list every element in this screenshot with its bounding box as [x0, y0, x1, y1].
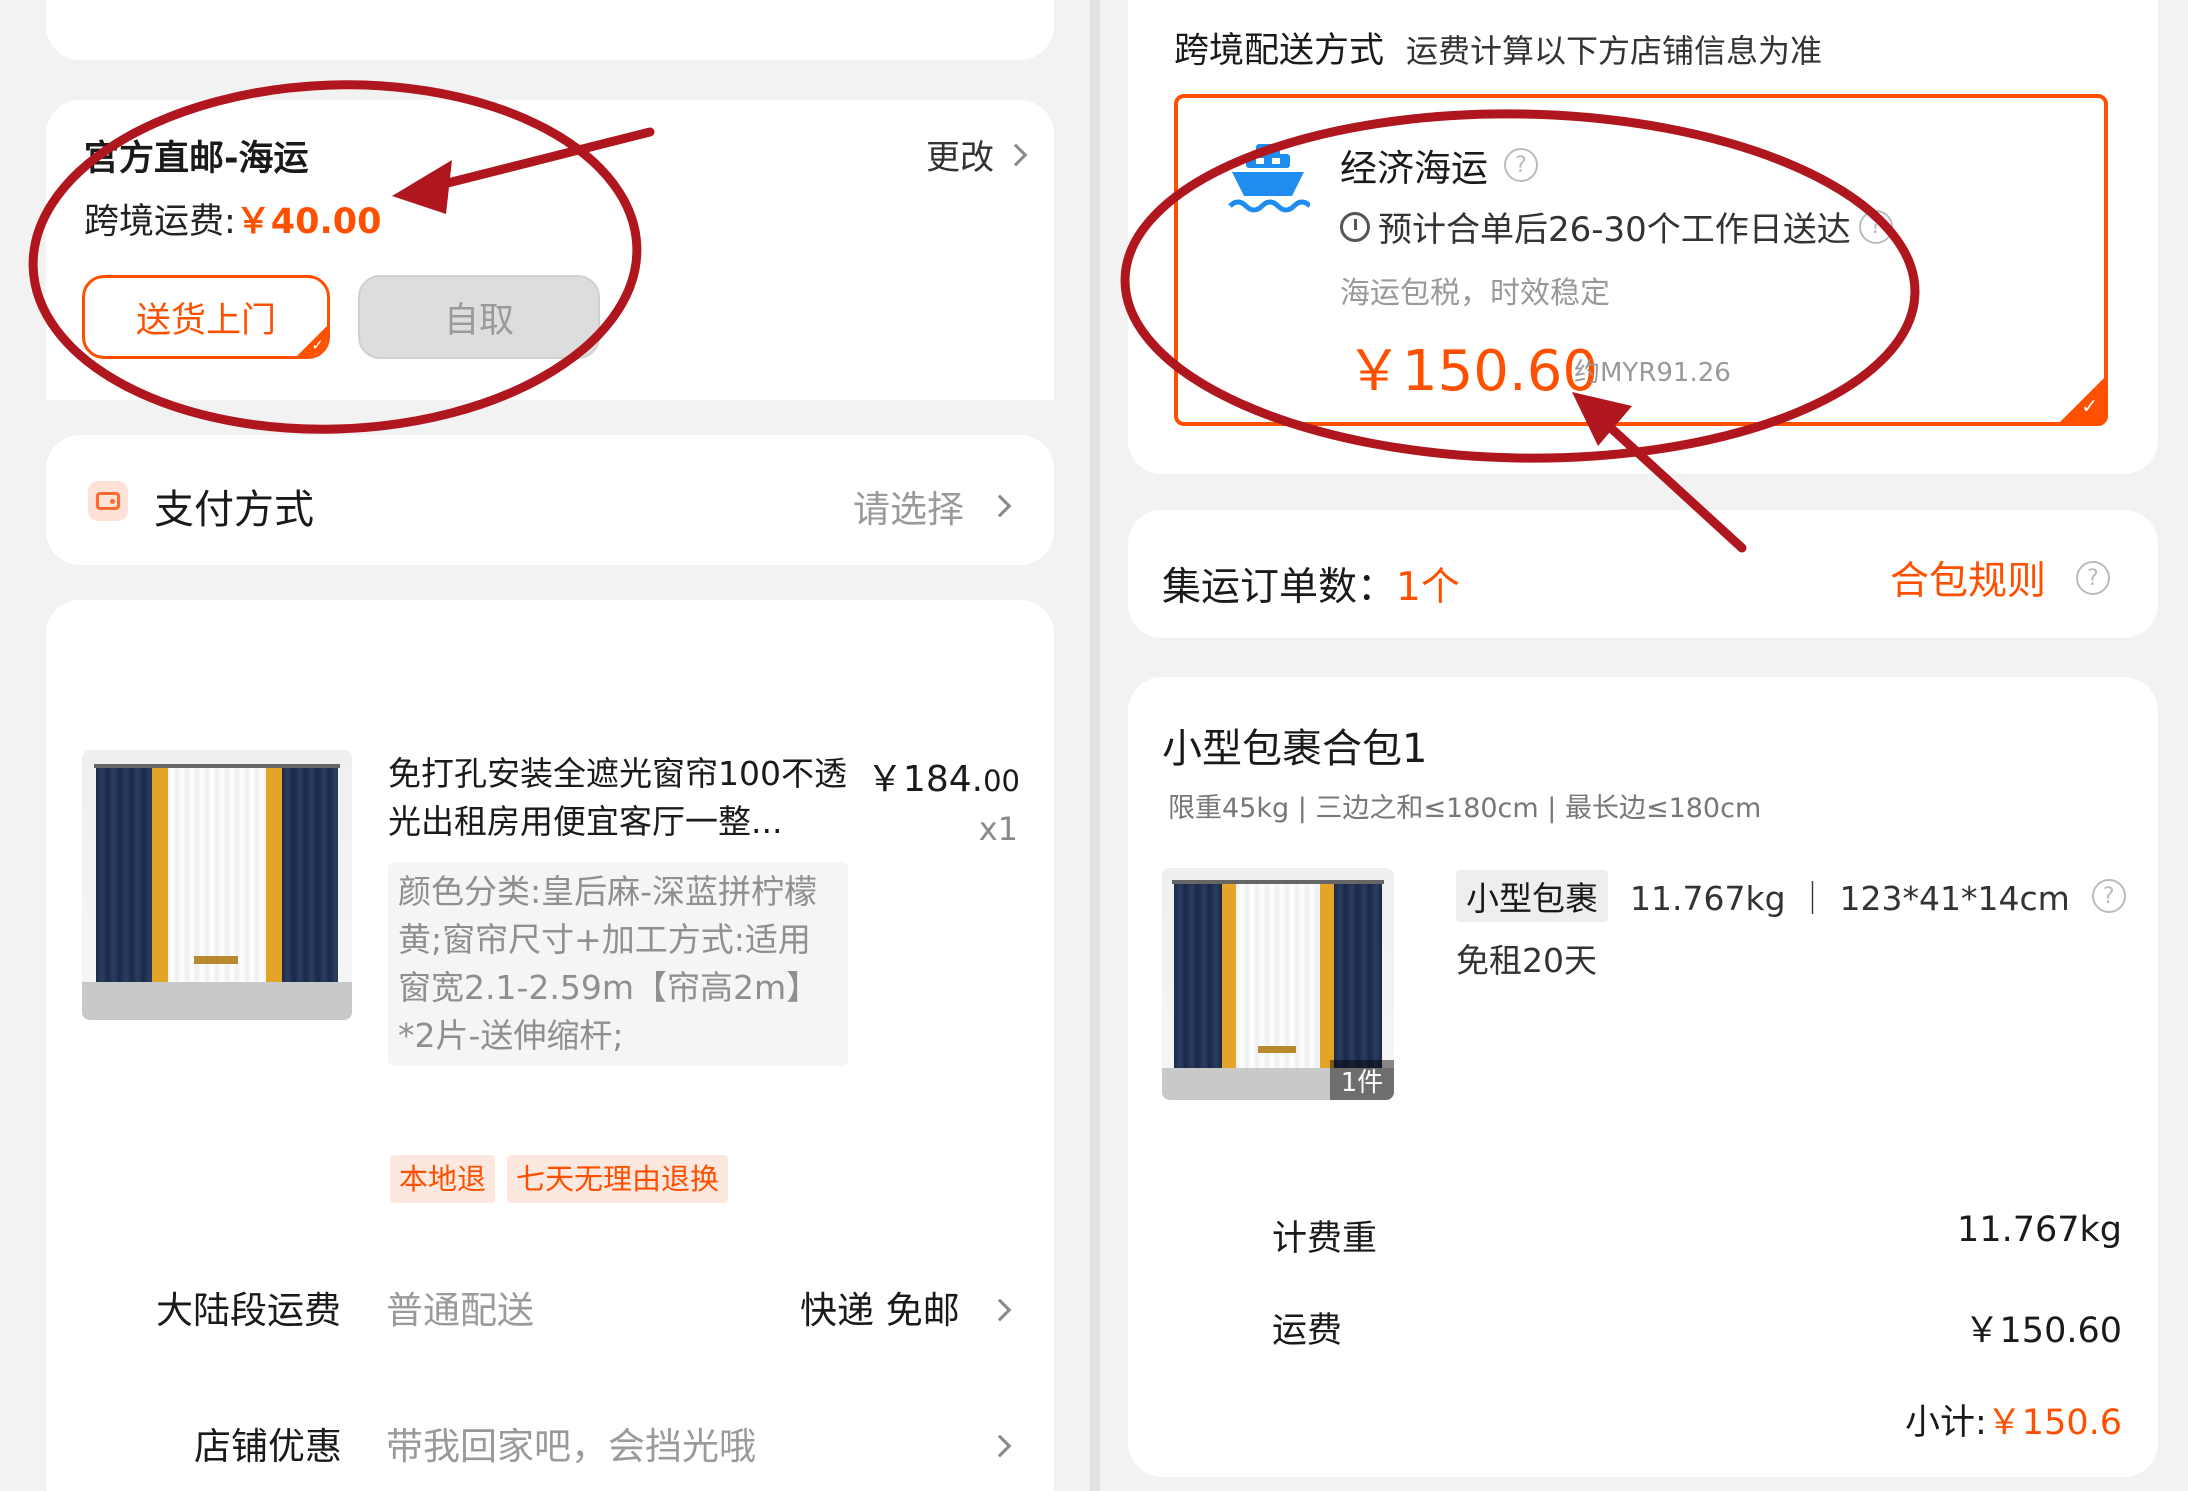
package-dimensions-text: 11.767kg ｜ 123*41*14cm — [1630, 879, 2070, 918]
consolidation-rules-label: 合包规则 — [1890, 559, 2047, 604]
consolidation-count-value: 1个 — [1396, 565, 1460, 610]
payment-method-label: 支付方式 — [154, 487, 314, 533]
store-promo-value[interactable]: 带我回家吧，会挡光哦 — [386, 1416, 756, 1470]
item-count-badge: 1件 — [1330, 1060, 1394, 1100]
tag-seven-day-return: 七天无理由退换 — [507, 1155, 729, 1203]
shipping-note: 海运包税，时效稳定 — [1340, 276, 1610, 311]
free-storage: 免租20天 — [1456, 941, 1597, 980]
sea-freight-option[interactable]: 经济海运 ? 预计合单后26-30个工作日送达 ? 海运包税，时效稳定 ￥150… — [1174, 94, 2108, 426]
shipping-header-note: 运费计算以下方店铺信息为准 — [1406, 32, 1823, 70]
help-icon[interactable]: ? — [1858, 209, 1893, 244]
consolidation-rules-link[interactable]: 合包规则 ? — [1890, 550, 2111, 606]
shipping-option-label: 经济海运 — [1340, 147, 1488, 190]
package-item-image[interactable]: 1件 — [1162, 868, 1394, 1100]
package-limits: 限重45kg | 三边之和≤180cm | 最长边≤180cm — [1168, 793, 1762, 824]
chevron-right-icon[interactable] — [988, 1434, 1012, 1458]
check-icon: ✓ — [311, 336, 324, 354]
self-pickup-button[interactable]: 自取 — [358, 275, 600, 359]
package-dimensions: 11.767kg ｜ 123*41*14cm ? — [1630, 872, 2126, 920]
fee-amount: ￥40.00 — [235, 202, 382, 242]
ship-icon — [1228, 144, 1310, 213]
product-card: 免打孔安装全遮光窗帘100不透光出租房用便宜客厅一整... ￥184.00 x1… — [46, 600, 1054, 1491]
shipping-price-converted: 约MYR91.26 — [1574, 358, 1731, 388]
consolidation-count: 集运订单数：1个 — [1162, 556, 1460, 612]
mainland-shipping-value: 普通配送 — [386, 1289, 534, 1332]
clock-icon — [1340, 211, 1370, 242]
delivery-method-title: 官方直邮-海运 — [84, 139, 309, 179]
billing-weight-label: 计费重 — [1272, 1219, 1378, 1259]
home-delivery-button[interactable]: 送货上门 ✓ — [82, 275, 330, 359]
payment-method-card[interactable]: 支付方式 请选择 — [46, 435, 1054, 565]
wallet-icon — [88, 481, 128, 521]
price-decimal: 00 — [983, 764, 1020, 798]
self-pickup-label: 自取 — [443, 300, 514, 341]
shipping-price: ￥150.60 — [1346, 339, 1598, 404]
previous-card — [46, 0, 1054, 60]
freight-label: 运费 — [1272, 1311, 1343, 1351]
package-title: 小型包裹合包1 — [1162, 726, 1428, 772]
freight-value: ￥150.60 — [1964, 1311, 2122, 1351]
change-delivery-link[interactable]: 更改 — [926, 130, 1028, 179]
payment-placeholder: 请选择 — [853, 488, 964, 531]
product-title[interactable]: 免打孔安装全遮光窗帘100不透光出租房用便宜客厅一整... — [388, 750, 848, 846]
consolidation-count-label: 集运订单数： — [1162, 565, 1397, 610]
product-image[interactable] — [82, 750, 352, 1020]
shipping-header-title: 跨境配送方式 — [1174, 31, 1385, 71]
subtotal-label: 小计: — [1905, 1403, 1987, 1443]
delivery-method-card: 官方直邮-海运 更改 跨境运费:￥40.00 送货上门 ✓ 自取 — [46, 100, 1054, 400]
check-icon: ✓ — [2081, 394, 2098, 418]
shipping-eta-text: 预计合单后26-30个工作日送达 — [1378, 210, 1851, 250]
help-icon[interactable]: ? — [2091, 879, 2126, 913]
fee-label: 跨境运费: — [84, 202, 236, 242]
shipping-header: 跨境配送方式 运费计算以下方店铺信息为准 — [1174, 22, 1822, 73]
store-promo-label: 店铺优惠 — [194, 1425, 342, 1468]
change-label: 更改 — [926, 138, 994, 178]
product-quantity: x1 — [978, 810, 1018, 848]
billing-weight-value: 11.767kg — [1957, 1210, 2122, 1250]
mainland-shipping-option[interactable]: 快递 免邮 — [800, 1280, 960, 1334]
chevron-right-icon — [1004, 143, 1028, 166]
chevron-right-icon[interactable] — [988, 1298, 1012, 1322]
chevron-right-icon — [988, 494, 1012, 518]
price-main: ￥184. — [866, 759, 984, 800]
help-icon[interactable]: ? — [1504, 148, 1538, 182]
panel-divider — [1090, 0, 1100, 1491]
product-price: ￥184.00 — [867, 750, 1020, 802]
shipping-option-name: 经济海运 ? — [1340, 138, 1538, 192]
shipping-eta: 预计合单后26-30个工作日送达 ? — [1340, 202, 1893, 251]
package-type: 小型包裹 — [1456, 870, 1608, 922]
product-spec[interactable]: 颜色分类:皇后麻-深蓝拼柠檬黄;窗帘尺寸+加工方式:适用窗宽2.1-2.59m【… — [388, 862, 848, 1066]
help-icon[interactable]: ? — [2076, 561, 2111, 595]
subtotal: 小计:￥150.6 — [1905, 1394, 2122, 1445]
home-delivery-label: 送货上门 — [135, 300, 276, 341]
tag-local-return: 本地退 — [390, 1155, 496, 1203]
subtotal-value: ￥150.6 — [1986, 1403, 2122, 1443]
cross-border-fee: 跨境运费:￥40.00 — [84, 193, 382, 244]
mainland-shipping-label: 大陆段运费 — [156, 1289, 341, 1332]
payment-select[interactable]: 请选择 — [853, 479, 1012, 533]
